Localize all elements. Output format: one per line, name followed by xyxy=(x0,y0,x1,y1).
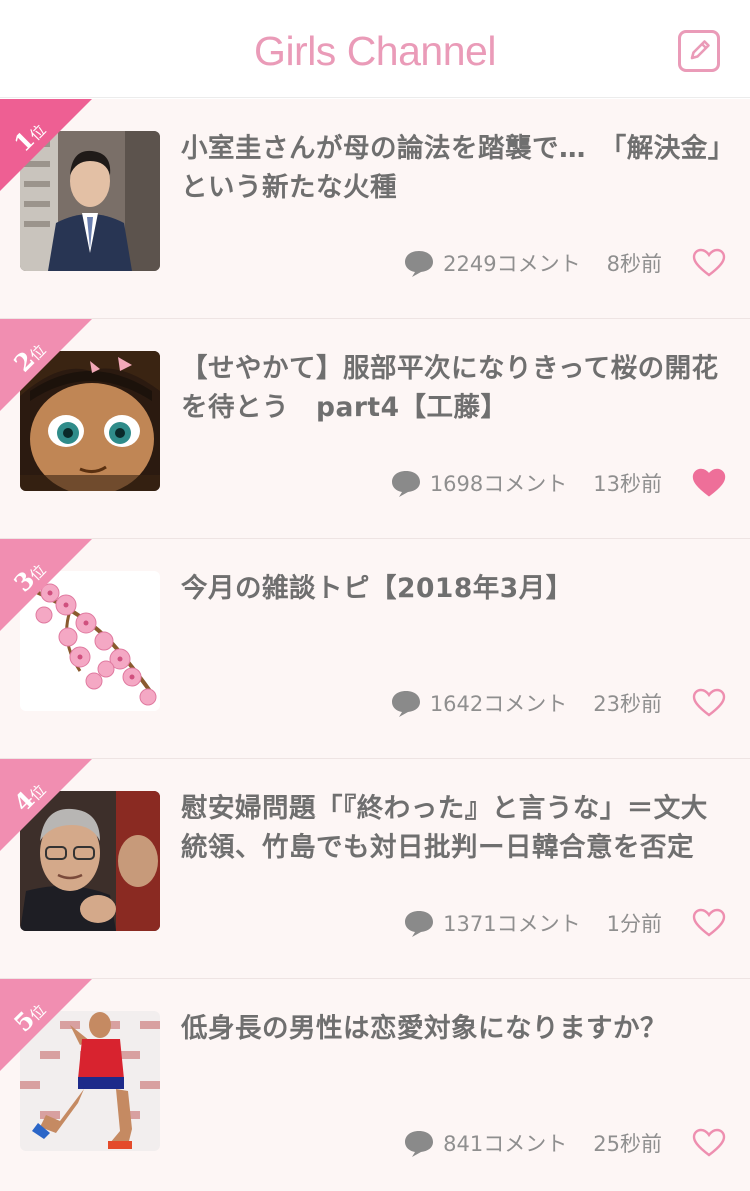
pencil-square-icon xyxy=(690,40,710,60)
comment-bubble-icon xyxy=(391,471,420,497)
comment-count: 1698コメント xyxy=(429,472,568,496)
comment-bubble-icon xyxy=(405,911,434,937)
post-time: 8秒前 xyxy=(606,252,662,276)
app-header: Girls Channel xyxy=(0,0,750,98)
topic-meta: 1642コメント 23秒前 xyxy=(390,683,726,723)
comment-count: 1371コメント xyxy=(443,912,581,936)
rank-badge: 1位 xyxy=(0,99,100,199)
rank-badge: 5位 xyxy=(0,979,100,1079)
app-logo[interactable]: Girls Channel xyxy=(0,28,750,75)
post-time: 13秒前 xyxy=(593,472,662,496)
heart-outline-icon[interactable] xyxy=(692,248,726,278)
topic-title[interactable]: 【せやかて】服部平次になりきって桜の開花を待とう part4【工藤】 xyxy=(181,349,726,427)
heart-filled-icon[interactable] xyxy=(692,468,726,498)
topic-item-5[interactable]: 5位 低身長の男性は恋愛対象になりますか？ 841コメント 25秒前 xyxy=(0,979,750,1191)
comment-bubble-icon xyxy=(405,1131,434,1157)
post-time: 23秒前 xyxy=(593,692,662,716)
topic-meta: 2249コメント 8秒前 xyxy=(403,243,726,283)
comment-count: 1642コメント xyxy=(429,692,568,716)
comment-bubble-icon xyxy=(405,251,434,277)
topic-ranking-list: 1位 小室圭さんが母の論法を踏襲で… 「解決金」という新たな火種 2249コメン… xyxy=(0,99,750,1191)
comment-count: 2249コメント xyxy=(443,252,581,276)
comment-count: 841コメント xyxy=(443,1132,568,1156)
comment-bubble-icon xyxy=(391,691,420,717)
post-time: 1分前 xyxy=(606,912,662,936)
rank-badge: 3位 xyxy=(0,539,100,639)
topic-title[interactable]: 慰安婦問題「『終わった』と言うな」＝文大統領、竹島でも対日批判ー日韓合意を否定 xyxy=(181,789,726,867)
topic-item-2[interactable]: 2位 【せやかて】服部平次になりきって桜の開花を待とう part4【工藤】 16… xyxy=(0,319,750,539)
rank-badge: 4位 xyxy=(0,759,100,859)
topic-meta: 1698コメント 13秒前 xyxy=(390,463,726,503)
topic-title[interactable]: 今月の雑談トピ【2018年3月】 xyxy=(181,569,726,608)
compose-button[interactable] xyxy=(678,30,720,72)
topic-title[interactable]: 低身長の男性は恋愛対象になりますか？ xyxy=(181,1009,726,1048)
topic-meta: 1371コメント 1分前 xyxy=(403,903,726,943)
topic-item-4[interactable]: 4位 慰安婦問題「『終わった』と言うな」＝文大統領、竹島でも対日批判ー日韓合意を… xyxy=(0,759,750,979)
heart-outline-icon[interactable] xyxy=(692,1128,726,1158)
heart-outline-icon[interactable] xyxy=(692,688,726,718)
topic-meta: 841コメント 25秒前 xyxy=(403,1123,726,1163)
heart-outline-icon[interactable] xyxy=(692,908,726,938)
topic-item-1[interactable]: 1位 小室圭さんが母の論法を踏襲で… 「解決金」という新たな火種 2249コメン… xyxy=(0,99,750,319)
topic-title[interactable]: 小室圭さんが母の論法を踏襲で… 「解決金」という新たな火種 xyxy=(181,129,726,207)
post-time: 25秒前 xyxy=(593,1132,662,1156)
rank-badge: 2位 xyxy=(0,319,100,419)
topic-item-3[interactable]: 3位 今月の雑談トピ【2018年3月】 1642コメント 23秒前 xyxy=(0,539,750,759)
